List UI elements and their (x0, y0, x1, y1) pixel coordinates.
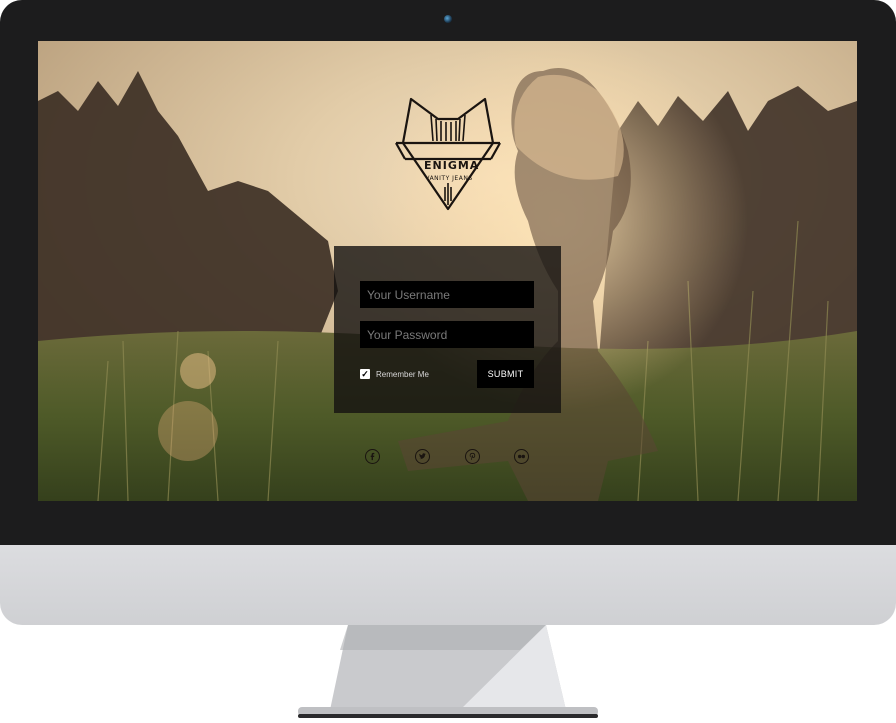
imac-mockup: ENIGMA VANITY JEANS ✓ Remember Me SUBMIT (0, 0, 896, 723)
login-panel: ✓ Remember Me SUBMIT (334, 246, 561, 413)
twitter-icon[interactable] (415, 449, 430, 464)
logo-subtitle: VANITY JEANS (425, 175, 473, 182)
flickr-icon[interactable] (514, 449, 529, 464)
password-input[interactable] (360, 321, 534, 348)
remember-label: Remember Me (376, 369, 429, 379)
pinterest-icon[interactable] (465, 449, 480, 464)
monitor-chin (0, 543, 896, 625)
facebook-icon[interactable] (365, 449, 380, 464)
enigma-logo (395, 97, 501, 211)
screen: ENIGMA VANITY JEANS ✓ Remember Me SUBMIT (38, 41, 857, 501)
remember-me[interactable]: ✓ Remember Me (360, 369, 429, 379)
camera-icon (444, 15, 452, 23)
remember-checkbox[interactable]: ✓ (360, 369, 370, 379)
logo-title: ENIGMA (424, 159, 480, 172)
submit-button[interactable]: SUBMIT (477, 360, 534, 388)
username-input[interactable] (360, 281, 534, 308)
